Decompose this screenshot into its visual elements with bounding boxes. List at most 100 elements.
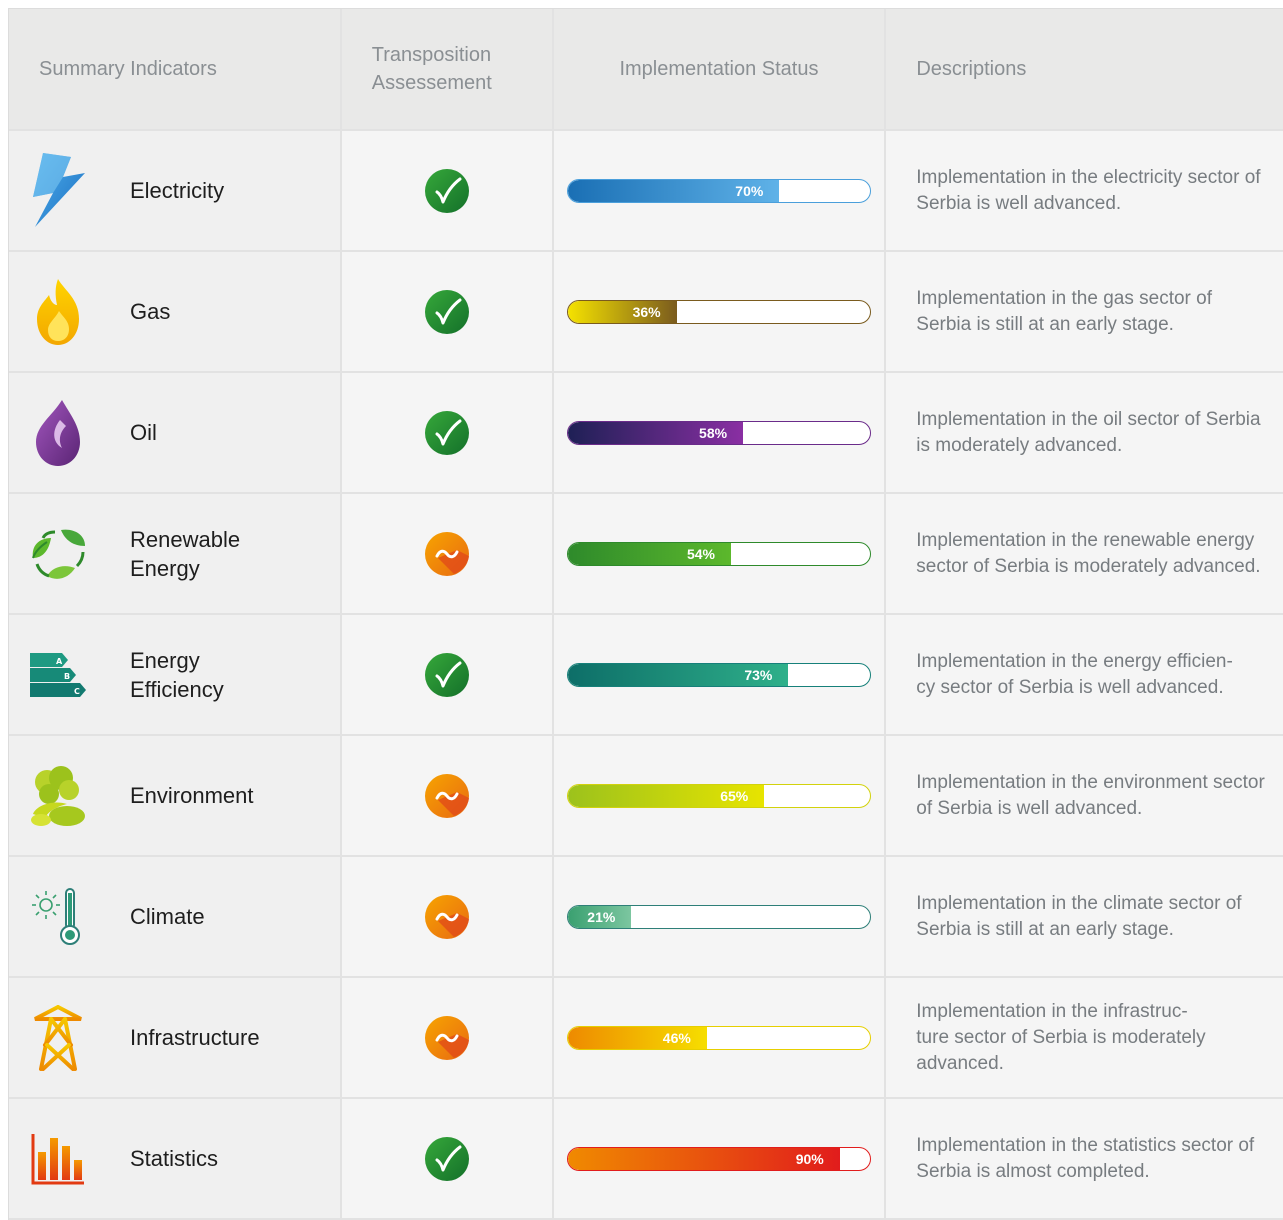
check-icon bbox=[424, 652, 469, 697]
recycle-leaves-icon bbox=[27, 514, 89, 594]
progress-bar: 90% bbox=[566, 1146, 871, 1171]
assessment-cell bbox=[341, 615, 554, 734]
progress-label: 73% bbox=[744, 666, 773, 683]
status-cell: 46% bbox=[553, 978, 887, 1097]
table-row: Climate 21% Implementation in the climate … bbox=[9, 857, 1283, 978]
assessment-cell bbox=[341, 736, 554, 855]
energy-rating-icon: ABC bbox=[27, 635, 89, 715]
status-cell: 36% bbox=[553, 252, 887, 371]
table-row: Electricity 70% Implementation in the elec… bbox=[9, 131, 1283, 252]
assessment-cell bbox=[341, 857, 554, 976]
indicator-cell: Climate bbox=[9, 857, 342, 976]
description-text: Implementation in the electricity sector… bbox=[916, 166, 1261, 214]
partial-icon bbox=[424, 531, 469, 576]
progress-fill: 65% bbox=[567, 784, 765, 807]
sector-name: Gas bbox=[130, 299, 171, 324]
header-label: Summary Indicators bbox=[39, 58, 217, 80]
description-cell: Implementation in the electricity sector… bbox=[886, 131, 1283, 250]
progress-label: 36% bbox=[632, 303, 661, 320]
oil-drop-icon bbox=[27, 393, 89, 473]
header-transposition-assessment: Transposition Assessement bbox=[342, 9, 554, 129]
header-label: Descriptions bbox=[916, 58, 1027, 80]
description-text: Implementation in the environment sector… bbox=[916, 771, 1265, 819]
description-cell: Implementation in the oil sector of Serb… bbox=[886, 373, 1283, 492]
progress-label: 65% bbox=[720, 787, 749, 804]
sector-name: Renewable Energy bbox=[130, 526, 241, 581]
sector-name: Energy Efficiency bbox=[130, 647, 224, 702]
thermometer-icon bbox=[27, 877, 89, 957]
progress-label: 58% bbox=[699, 424, 728, 441]
description-text: Implementation in the gas sector of Serb… bbox=[916, 287, 1212, 335]
partial-icon bbox=[424, 894, 469, 939]
progress-fill: 70% bbox=[567, 179, 780, 202]
table-row: Renewable Energy 54% Implementation in the… bbox=[9, 494, 1283, 615]
description-cell: Implementation in the renewable energy s… bbox=[886, 494, 1283, 613]
trees-icon bbox=[27, 756, 89, 836]
header-label: Implementation Status bbox=[619, 58, 819, 80]
assessment-cell bbox=[341, 494, 554, 613]
progress-fill: 58% bbox=[567, 421, 744, 444]
description-text: Implementation in the statistics sector … bbox=[916, 1134, 1255, 1182]
sector-name: Environment bbox=[130, 783, 254, 808]
indicator-cell: Gas bbox=[9, 252, 342, 371]
flame-icon bbox=[27, 272, 89, 352]
partial-icon bbox=[424, 773, 469, 818]
table-row: Environment 65% Implementation in the envi… bbox=[9, 736, 1283, 857]
status-cell: 90% bbox=[553, 1099, 887, 1218]
indicator-cell: Environment bbox=[9, 736, 342, 855]
assessment-cell bbox=[341, 1099, 554, 1218]
progress-label: 54% bbox=[686, 545, 715, 562]
check-icon bbox=[424, 410, 469, 455]
description-cell: Implementation in the environment sector… bbox=[886, 736, 1283, 855]
description-cell: Implementation in the energy efficien- c… bbox=[886, 615, 1283, 734]
progress-fill: 73% bbox=[567, 663, 789, 686]
status-cell: 54% bbox=[553, 494, 887, 613]
svg-text:B: B bbox=[64, 672, 70, 681]
progress-fill: 46% bbox=[567, 1026, 707, 1049]
description-text: Implementation in the infrastruc- ture s… bbox=[916, 1000, 1206, 1074]
progress-label: 46% bbox=[662, 1029, 691, 1046]
indicator-cell: A B C Energy Efficiency bbox=[9, 615, 342, 734]
power-tower-icon bbox=[27, 998, 89, 1078]
progress-bar: 36% bbox=[566, 299, 871, 324]
progress-fill: 54% bbox=[567, 542, 731, 565]
description-cell: Implementation in the statistics sector … bbox=[886, 1099, 1283, 1218]
sector-name: Statistics bbox=[130, 1146, 219, 1171]
progress-bar: 21% bbox=[566, 904, 871, 929]
progress-bar: 54% bbox=[566, 541, 871, 566]
table-header: Summary Indicators Transposition Assesse… bbox=[9, 9, 1283, 131]
header-label: Transposition Assessement bbox=[371, 44, 492, 94]
progress-bar: 73% bbox=[566, 662, 871, 687]
svg-text:A: A bbox=[56, 657, 63, 666]
indicator-cell: Oil bbox=[9, 373, 342, 492]
svg-text:C: C bbox=[74, 687, 80, 696]
description-text: Implementation in the renewable energy s… bbox=[916, 529, 1261, 577]
assessment-cell bbox=[341, 131, 554, 250]
sector-name: Oil bbox=[130, 420, 157, 445]
table-row: A B C Energy Efficiency 73% Implementation in… bbox=[9, 615, 1283, 736]
indicator-cell: Electricity bbox=[9, 131, 342, 250]
progress-label: 21% bbox=[587, 908, 616, 925]
sector-name: Climate bbox=[130, 904, 205, 929]
check-icon bbox=[424, 168, 469, 213]
progress-fill: 36% bbox=[567, 300, 677, 323]
table-row: Oil 58% Implementation in the oil sector o… bbox=[9, 373, 1283, 494]
assessment-cell bbox=[341, 252, 554, 371]
status-cell: 21% bbox=[553, 857, 887, 976]
progress-label: 70% bbox=[735, 182, 764, 199]
check-icon bbox=[424, 1136, 469, 1181]
progress-fill: 90% bbox=[567, 1147, 840, 1170]
progress-label: 90% bbox=[795, 1150, 824, 1167]
sector-name: Electricity bbox=[130, 178, 225, 203]
description-cell: Implementation in the gas sector of Serb… bbox=[886, 252, 1283, 371]
status-cell: 73% bbox=[553, 615, 887, 734]
description-cell: Implementation in the climate sector of … bbox=[886, 857, 1283, 976]
progress-bar: 65% bbox=[566, 783, 871, 808]
table-row: Infrastructure 46% Implementation in the i… bbox=[9, 978, 1283, 1099]
progress-bar: 58% bbox=[566, 420, 871, 445]
check-icon bbox=[424, 289, 469, 334]
header-summary-indicators: Summary Indicators bbox=[9, 9, 342, 129]
table-row: Statistics 90% Implementation in the stati… bbox=[9, 1099, 1283, 1220]
assessment-cell bbox=[341, 373, 554, 492]
status-cell: 65% bbox=[553, 736, 887, 855]
